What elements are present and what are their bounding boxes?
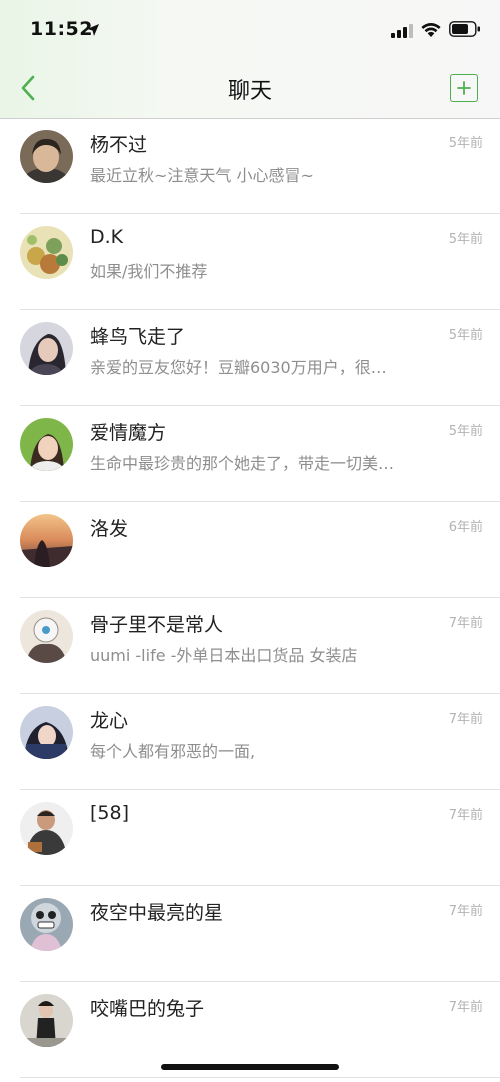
chat-preview: 生命中最珍贵的那个她走了，带走一切美…	[90, 454, 395, 473]
status-bar: 11:52	[0, 0, 500, 60]
avatar	[20, 418, 73, 471]
add-chat-button[interactable]	[450, 74, 478, 102]
chat-name: 爱情魔方	[90, 422, 167, 444]
chat-preview: uumi -life -外单日本出口货品 女装店	[90, 646, 358, 665]
chat-time: 5年前	[448, 328, 483, 343]
chat-row[interactable]: 洛发 6年前	[0, 502, 500, 598]
chat-time: 7年前	[448, 808, 483, 823]
chat-row[interactable]: 夜空中最亮的星 7年前	[0, 886, 500, 982]
chat-row[interactable]: 龙心 每个人都有邪恶的一面, 7年前	[0, 694, 500, 790]
plus-square-icon	[457, 81, 471, 95]
chat-row[interactable]: [58] 7年前	[0, 790, 500, 886]
avatar	[20, 130, 73, 183]
battery-icon	[449, 21, 481, 37]
chat-time: 5年前	[448, 424, 483, 439]
wifi-icon	[420, 20, 442, 38]
chat-row[interactable]: 爱情魔方 生命中最珍贵的那个她走了，带走一切美… 5年前	[0, 406, 500, 502]
chat-row[interactable]: D.K 如果/我们不推荐 5年前	[0, 214, 500, 310]
chat-time: 6年前	[448, 520, 483, 535]
chat-time: 7年前	[448, 1000, 483, 1015]
chat-time: 7年前	[448, 712, 483, 727]
avatar	[20, 226, 73, 279]
chat-name: 夜空中最亮的星	[90, 902, 224, 924]
page-title: 聊天	[227, 79, 272, 104]
chat-name: 杨不过	[90, 134, 148, 156]
avatar	[20, 898, 73, 951]
avatar	[20, 994, 73, 1047]
cellular-signal-icon	[391, 23, 413, 38]
navigation-bar: 聊天	[0, 60, 500, 118]
chat-preview: 亲爱的豆友您好！豆瓣6030万用户，很…	[90, 358, 387, 377]
avatar	[20, 610, 73, 663]
chat-row[interactable]: 杨不过 最近立秋~注意天气 小心感冒~ 5年前	[0, 118, 500, 214]
chat-time: 7年前	[448, 616, 483, 631]
chat-time: 5年前	[448, 232, 483, 247]
chat-name: 蜂鸟飞走了	[90, 326, 186, 348]
header-area: 11:52 聊天	[0, 0, 500, 119]
chat-list: 杨不过 最近立秋~注意天气 小心感冒~ 5年前 D.K 如果/我们不推荐 5年前	[0, 118, 500, 1078]
avatar	[20, 514, 73, 567]
back-button[interactable]	[10, 70, 46, 106]
chat-name: 咬嘴巴的兔子	[90, 998, 205, 1020]
chat-name: D.K	[90, 226, 124, 248]
chat-row[interactable]: 骨子里不是常人 uumi -life -外单日本出口货品 女装店 7年前	[0, 598, 500, 694]
chat-time: 5年前	[448, 136, 483, 151]
chat-name: 龙心	[90, 710, 129, 732]
chat-row[interactable]: 蜂鸟飞走了 亲爱的豆友您好！豆瓣6030万用户，很… 5年前	[0, 310, 500, 406]
chat-preview: 每个人都有邪恶的一面,	[90, 742, 256, 761]
home-indicator[interactable]	[161, 1064, 339, 1070]
chat-name: 骨子里不是常人	[90, 614, 224, 636]
chevron-left-icon	[21, 75, 35, 101]
avatar	[20, 802, 73, 855]
chat-name: [58]	[90, 802, 130, 824]
chat-screen: 11:52 聊天 杨不过 最近立秋~注意天气 小心感冒~ 5年前 D.K 如果/…	[0, 0, 500, 1082]
chat-time: 7年前	[448, 904, 483, 919]
avatar	[20, 706, 73, 759]
status-time: 11:52	[30, 18, 93, 40]
avatar	[20, 322, 73, 375]
chat-preview: 如果/我们不推荐	[90, 262, 208, 281]
location-arrow-icon	[86, 22, 100, 36]
chat-name: 洛发	[90, 518, 129, 540]
chat-preview: 最近立秋~注意天气 小心感冒~	[90, 166, 314, 185]
